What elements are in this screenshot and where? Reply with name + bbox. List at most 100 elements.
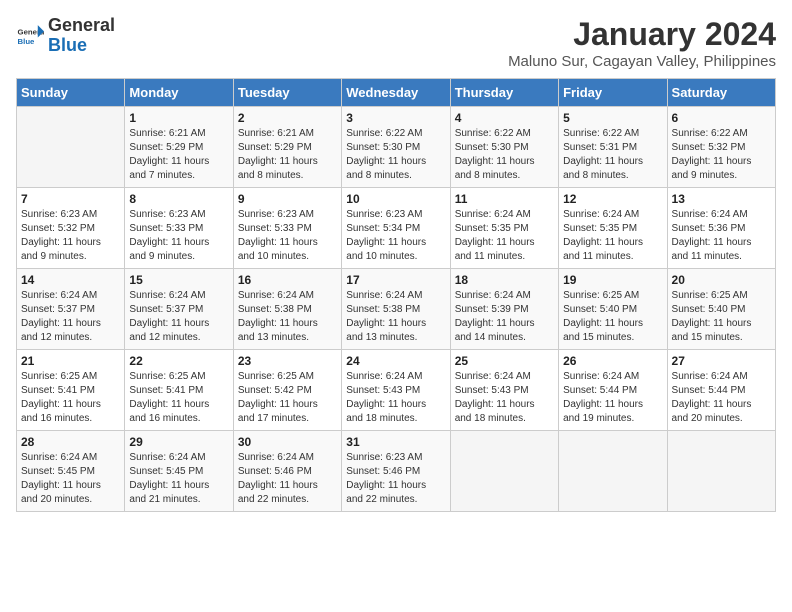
calendar-cell: 11 Sunrise: 6:24 AMSunset: 5:35 PMDayligh… <box>450 188 558 269</box>
day-info: Sunrise: 6:24 AMSunset: 5:45 PMDaylight:… <box>21 451 120 507</box>
day-info: Sunrise: 6:24 AMSunset: 5:45 PMDaylight:… <box>129 451 228 507</box>
day-number: 11 <box>455 192 554 206</box>
calendar-cell: 7Sunrise: 6:23 AMSunset: 5:32 PMDaylight… <box>17 188 125 269</box>
header-day-tuesday: Tuesday <box>233 79 341 107</box>
day-info: Sunrise: 6:24 AMSunset: 5:39 PMDaylight:… <box>455 289 554 345</box>
svg-text:Blue: Blue <box>18 37 36 46</box>
day-number: 22 <box>129 354 228 368</box>
calendar-cell: 8 Sunrise: 6:23 AMSunset: 5:33 PMDaylight… <box>125 188 233 269</box>
day-number: 15 <box>129 273 228 287</box>
month-title: January 2024 <box>508 16 776 53</box>
day-info: Sunrise: 6:23 AMSunset: 5:46 PMDaylight:… <box>346 451 445 507</box>
calendar-cell: 21Sunrise: 6:25 AMSunset: 5:41 PMDayligh… <box>17 350 125 431</box>
header-day-monday: Monday <box>125 79 233 107</box>
logo-text-line1: General <box>48 16 115 36</box>
day-number: 10 <box>346 192 445 206</box>
page-header: General Blue General Blue January 2024 M… <box>16 16 776 70</box>
location-subtitle: Maluno Sur, Cagayan Valley, Philippines <box>508 53 776 70</box>
day-number: 9 <box>238 192 337 206</box>
day-info: Sunrise: 6:21 AMSunset: 5:29 PMDaylight:… <box>238 127 337 183</box>
day-number: 5 <box>563 111 662 125</box>
calendar-cell: 18 Sunrise: 6:24 AMSunset: 5:39 PMDayligh… <box>450 269 558 350</box>
day-number: 17 <box>346 273 445 287</box>
calendar-cell: 26Sunrise: 6:24 AMSunset: 5:44 PMDayligh… <box>559 350 667 431</box>
calendar-cell <box>17 107 125 188</box>
day-info: Sunrise: 6:23 AMSunset: 5:33 PMDaylight:… <box>238 208 337 264</box>
calendar-cell <box>559 431 667 512</box>
day-number: 27 <box>672 354 771 368</box>
day-number: 14 <box>21 273 120 287</box>
day-info: Sunrise: 6:22 AMSunset: 5:30 PMDaylight:… <box>455 127 554 183</box>
day-number: 4 <box>455 111 554 125</box>
day-info: Sunrise: 6:22 AMSunset: 5:32 PMDaylight:… <box>672 127 771 183</box>
day-number: 8 <box>129 192 228 206</box>
day-number: 12 <box>563 192 662 206</box>
day-number: 16 <box>238 273 337 287</box>
week-row-4: 21Sunrise: 6:25 AMSunset: 5:41 PMDayligh… <box>17 350 776 431</box>
calendar-cell: 20Sunrise: 6:25 AMSunset: 5:40 PMDayligh… <box>667 269 775 350</box>
day-info: Sunrise: 6:24 AMSunset: 5:43 PMDaylight:… <box>455 370 554 426</box>
calendar-table: SundayMondayTuesdayWednesdayThursdayFrid… <box>16 78 776 512</box>
day-info: Sunrise: 6:24 AMSunset: 5:38 PMDaylight:… <box>346 289 445 345</box>
day-info: Sunrise: 6:25 AMSunset: 5:40 PMDaylight:… <box>672 289 771 345</box>
day-info: Sunrise: 6:25 AMSunset: 5:42 PMDaylight:… <box>238 370 337 426</box>
calendar-cell: 14 Sunrise: 6:24 AMSunset: 5:37 PMDayligh… <box>17 269 125 350</box>
day-info: Sunrise: 6:24 AMSunset: 5:46 PMDaylight:… <box>238 451 337 507</box>
calendar-cell <box>667 431 775 512</box>
day-number: 13 <box>672 192 771 206</box>
calendar-cell: 9 Sunrise: 6:23 AMSunset: 5:33 PMDaylight… <box>233 188 341 269</box>
day-number: 1 <box>129 111 228 125</box>
day-info: Sunrise: 6:24 AMSunset: 5:43 PMDaylight:… <box>346 370 445 426</box>
day-number: 30 <box>238 435 337 449</box>
calendar-cell: 22 Sunrise: 6:25 AMSunset: 5:41 PMDayligh… <box>125 350 233 431</box>
logo-text-line2: Blue <box>48 36 115 56</box>
day-info: Sunrise: 6:23 AMSunset: 5:33 PMDaylight:… <box>129 208 228 264</box>
calendar-cell: 27 Sunrise: 6:24 AMSunset: 5:44 PMDayligh… <box>667 350 775 431</box>
day-info: Sunrise: 6:24 AMSunset: 5:35 PMDaylight:… <box>455 208 554 264</box>
day-info: Sunrise: 6:22 AMSunset: 5:30 PMDaylight:… <box>346 127 445 183</box>
header-day-sunday: Sunday <box>17 79 125 107</box>
calendar-cell: 13Sunrise: 6:24 AMSunset: 5:36 PMDayligh… <box>667 188 775 269</box>
week-row-3: 14 Sunrise: 6:24 AMSunset: 5:37 PMDayligh… <box>17 269 776 350</box>
calendar-cell: 4 Sunrise: 6:22 AMSunset: 5:30 PMDaylight… <box>450 107 558 188</box>
calendar-cell: 23Sunrise: 6:25 AMSunset: 5:42 PMDayligh… <box>233 350 341 431</box>
week-row-5: 28 Sunrise: 6:24 AMSunset: 5:45 PMDayligh… <box>17 431 776 512</box>
day-number: 3 <box>346 111 445 125</box>
calendar-cell: 29 Sunrise: 6:24 AMSunset: 5:45 PMDayligh… <box>125 431 233 512</box>
calendar-cell: 25 Sunrise: 6:24 AMSunset: 5:43 PMDayligh… <box>450 350 558 431</box>
calendar-cell: 28 Sunrise: 6:24 AMSunset: 5:45 PMDayligh… <box>17 431 125 512</box>
logo-icon: General Blue <box>16 22 44 50</box>
day-number: 25 <box>455 354 554 368</box>
week-row-1: 1 Sunrise: 6:21 AMSunset: 5:29 PMDaylight… <box>17 107 776 188</box>
calendar-cell: 1 Sunrise: 6:21 AMSunset: 5:29 PMDaylight… <box>125 107 233 188</box>
day-info: Sunrise: 6:25 AMSunset: 5:41 PMDaylight:… <box>21 370 120 426</box>
day-info: Sunrise: 6:24 AMSunset: 5:44 PMDaylight:… <box>672 370 771 426</box>
day-info: Sunrise: 6:24 AMSunset: 5:38 PMDaylight:… <box>238 289 337 345</box>
day-number: 29 <box>129 435 228 449</box>
calendar-header-row: SundayMondayTuesdayWednesdayThursdayFrid… <box>17 79 776 107</box>
day-info: Sunrise: 6:25 AMSunset: 5:40 PMDaylight:… <box>563 289 662 345</box>
day-number: 19 <box>563 273 662 287</box>
day-number: 18 <box>455 273 554 287</box>
day-number: 6 <box>672 111 771 125</box>
day-info: Sunrise: 6:25 AMSunset: 5:41 PMDaylight:… <box>129 370 228 426</box>
day-info: Sunrise: 6:24 AMSunset: 5:37 PMDaylight:… <box>21 289 120 345</box>
week-row-2: 7Sunrise: 6:23 AMSunset: 5:32 PMDaylight… <box>17 188 776 269</box>
day-number: 7 <box>21 192 120 206</box>
calendar-cell: 24 Sunrise: 6:24 AMSunset: 5:43 PMDayligh… <box>342 350 450 431</box>
calendar-cell: 12 Sunrise: 6:24 AMSunset: 5:35 PMDayligh… <box>559 188 667 269</box>
day-info: Sunrise: 6:22 AMSunset: 5:31 PMDaylight:… <box>563 127 662 183</box>
day-info: Sunrise: 6:21 AMSunset: 5:29 PMDaylight:… <box>129 127 228 183</box>
day-info: Sunrise: 6:24 AMSunset: 5:35 PMDaylight:… <box>563 208 662 264</box>
day-number: 24 <box>346 354 445 368</box>
header-day-wednesday: Wednesday <box>342 79 450 107</box>
calendar-cell: 30 Sunrise: 6:24 AMSunset: 5:46 PMDayligh… <box>233 431 341 512</box>
header-day-friday: Friday <box>559 79 667 107</box>
calendar-cell: 17 Sunrise: 6:24 AMSunset: 5:38 PMDayligh… <box>342 269 450 350</box>
day-number: 28 <box>21 435 120 449</box>
calendar-cell: 19 Sunrise: 6:25 AMSunset: 5:40 PMDayligh… <box>559 269 667 350</box>
header-day-saturday: Saturday <box>667 79 775 107</box>
day-number: 2 <box>238 111 337 125</box>
calendar-cell: 10Sunrise: 6:23 AMSunset: 5:34 PMDayligh… <box>342 188 450 269</box>
day-number: 31 <box>346 435 445 449</box>
